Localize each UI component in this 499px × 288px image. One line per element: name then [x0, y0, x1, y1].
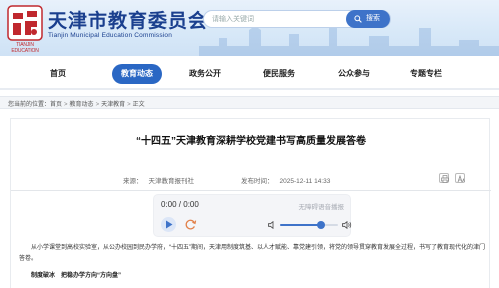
- volume-slider[interactable]: [280, 221, 338, 229]
- main-nav: 首页 教育动态 政务公开 便民服务 公众参与 专题专栏: [0, 62, 499, 86]
- article-source: 来源： 天津教育报刊社: [123, 175, 194, 185]
- nav-item-home[interactable]: 首页: [35, 62, 81, 86]
- breadcrumb-prefix: 您当前的位置：: [8, 102, 51, 108]
- nav-item-public-service[interactable]: 便民服务: [256, 62, 302, 86]
- nav-item-government-affairs[interactable]: 政务公开: [182, 62, 228, 86]
- article-tools: [439, 173, 465, 183]
- nav-item-special-topics[interactable]: 专题专栏: [403, 62, 449, 86]
- breadcrumb-item-current: 正文: [132, 102, 145, 108]
- volume-high-icon[interactable]: [342, 221, 352, 229]
- loop-icon[interactable]: [184, 218, 197, 231]
- volume-slider-fill: [280, 224, 321, 226]
- article-paragraph: 从小学课堂到高校实验室，从公办校园到民办学府，“十四五”期间，天津用制度筑基、以…: [19, 245, 485, 262]
- play-icon: [166, 220, 173, 229]
- article-meta: 来源： 天津教育报刊社 发布时间： 2025-12-11 14:33: [11, 173, 491, 185]
- breadcrumb-item-home[interactable]: 首页: [50, 102, 62, 108]
- print-icon: [441, 175, 449, 183]
- print-button[interactable]: [439, 173, 449, 183]
- font-size-icon: [457, 175, 465, 183]
- education-commission-logo: [7, 5, 43, 41]
- article-title: “十四五”天津教育深耕学校党建书写高质量发展答卷: [136, 136, 366, 147]
- search-button[interactable]: 搜索: [346, 10, 390, 28]
- player-time: 0:00 / 0:00: [161, 200, 199, 209]
- date-value: 2025-12-11 14:33: [279, 178, 331, 185]
- breadcrumb-item-tianjin-education[interactable]: 天津教育: [101, 102, 125, 108]
- volume-low-icon[interactable]: [268, 221, 277, 229]
- site-title-english: Tianjin Municipal Education Commission: [48, 32, 173, 39]
- breadcrumb: 您当前的位置：首页 > 教育动态 > 天津教育 > 正文: [0, 96, 499, 109]
- search-input[interactable]: [212, 13, 352, 26]
- play-button[interactable]: [161, 217, 176, 232]
- article-panel: “十四五”天津教育深耕学校党建书写高质量发展答卷 来源： 天津教育报刊社 发布时间…: [10, 118, 491, 288]
- audio-player: 0:00 / 0:00 无障碍语音播报: [153, 194, 352, 237]
- player-label: 无障碍语音播报: [298, 204, 345, 211]
- logo-subtext: TIANJIN EDUCATION: [11, 42, 39, 54]
- breadcrumb-item-education-news[interactable]: 教育动态: [70, 102, 94, 108]
- meta-divider: [11, 190, 491, 191]
- nav-item-education-news[interactable]: 教育动态: [112, 64, 162, 84]
- breadcrumb-separator: >: [95, 102, 100, 108]
- date-label: 发布时间：: [241, 178, 274, 185]
- breadcrumb-separator: >: [127, 102, 131, 108]
- article-date: 发布时间： 2025-12-11 14:33: [241, 175, 330, 185]
- article-subheading: 制度破冰 把稳办学方向“方向盘”: [31, 273, 122, 279]
- breadcrumb-separator: >: [64, 102, 68, 108]
- site-header: TIANJIN EDUCATION 天津市教育委员会 Tianjin Munic…: [0, 0, 499, 56]
- source-label: 来源：: [123, 178, 143, 185]
- nav-divider: [0, 88, 499, 90]
- search-button-label: 搜索: [366, 15, 380, 22]
- nav-item-public-participation[interactable]: 公众参与: [331, 62, 377, 86]
- font-size-button[interactable]: [455, 173, 465, 183]
- volume-slider-knob[interactable]: [316, 221, 325, 229]
- search-icon: [354, 15, 362, 23]
- source-value: 天津教育报刊社: [148, 178, 195, 185]
- site-title[interactable]: 天津市教育委员会: [48, 6, 208, 33]
- search-box: 搜索: [203, 10, 391, 28]
